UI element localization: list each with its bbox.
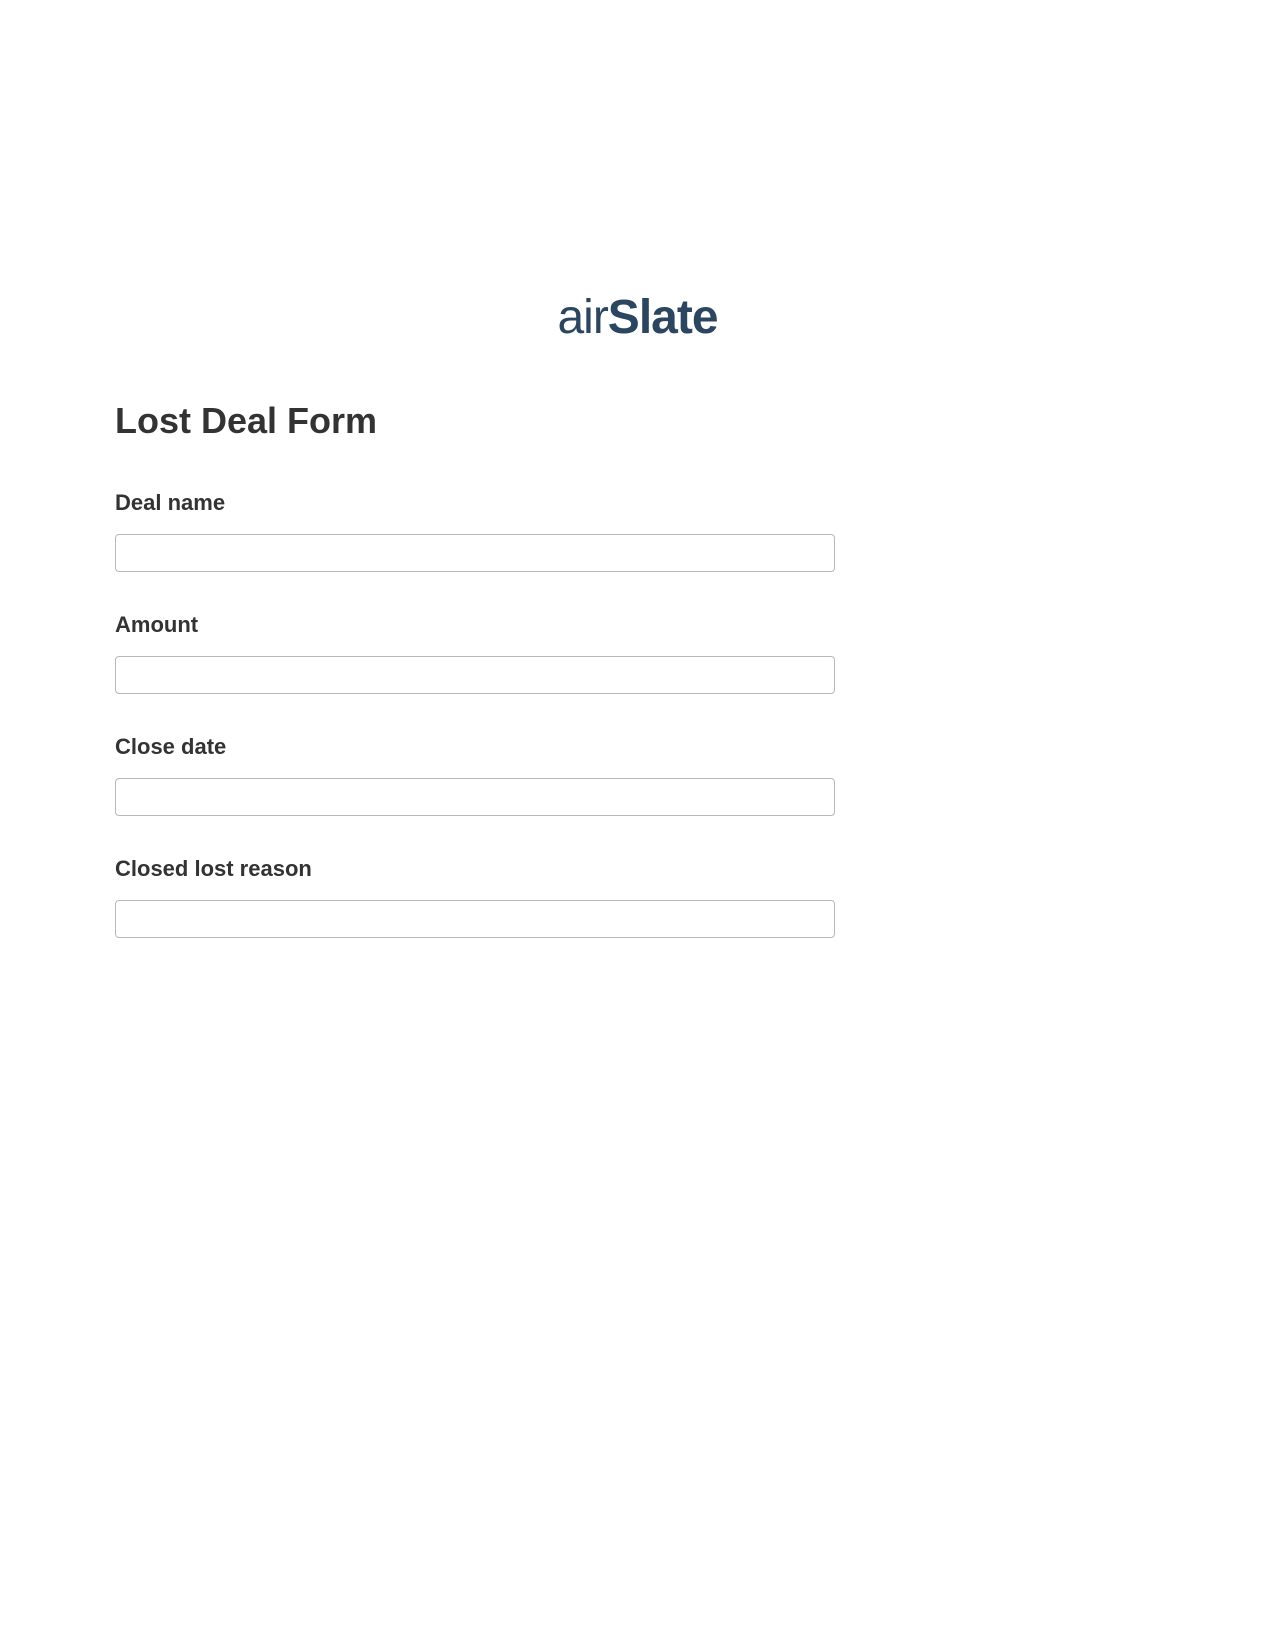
form-wrapper: Lost Deal Form Deal name Amount Close da… bbox=[0, 400, 1275, 938]
form-group-deal-name: Deal name bbox=[115, 490, 1160, 572]
label-amount: Amount bbox=[115, 612, 1160, 638]
form-group-close-date: Close date bbox=[115, 734, 1160, 816]
input-amount[interactable] bbox=[115, 656, 835, 694]
logo-prefix: air bbox=[557, 291, 607, 344]
form-group-amount: Amount bbox=[115, 612, 1160, 694]
label-close-date: Close date bbox=[115, 734, 1160, 760]
page-container: airSlate Lost Deal Form Deal name Amount… bbox=[0, 0, 1275, 938]
logo: airSlate bbox=[0, 290, 1275, 345]
label-closed-lost-reason: Closed lost reason bbox=[115, 856, 1160, 882]
input-closed-lost-reason[interactable] bbox=[115, 900, 835, 938]
input-close-date[interactable] bbox=[115, 778, 835, 816]
label-deal-name: Deal name bbox=[115, 490, 1160, 516]
logo-suffix: Slate bbox=[608, 291, 718, 344]
form-group-closed-lost-reason: Closed lost reason bbox=[115, 856, 1160, 938]
logo-text: airSlate bbox=[557, 291, 717, 344]
form-title: Lost Deal Form bbox=[115, 400, 1160, 442]
input-deal-name[interactable] bbox=[115, 534, 835, 572]
